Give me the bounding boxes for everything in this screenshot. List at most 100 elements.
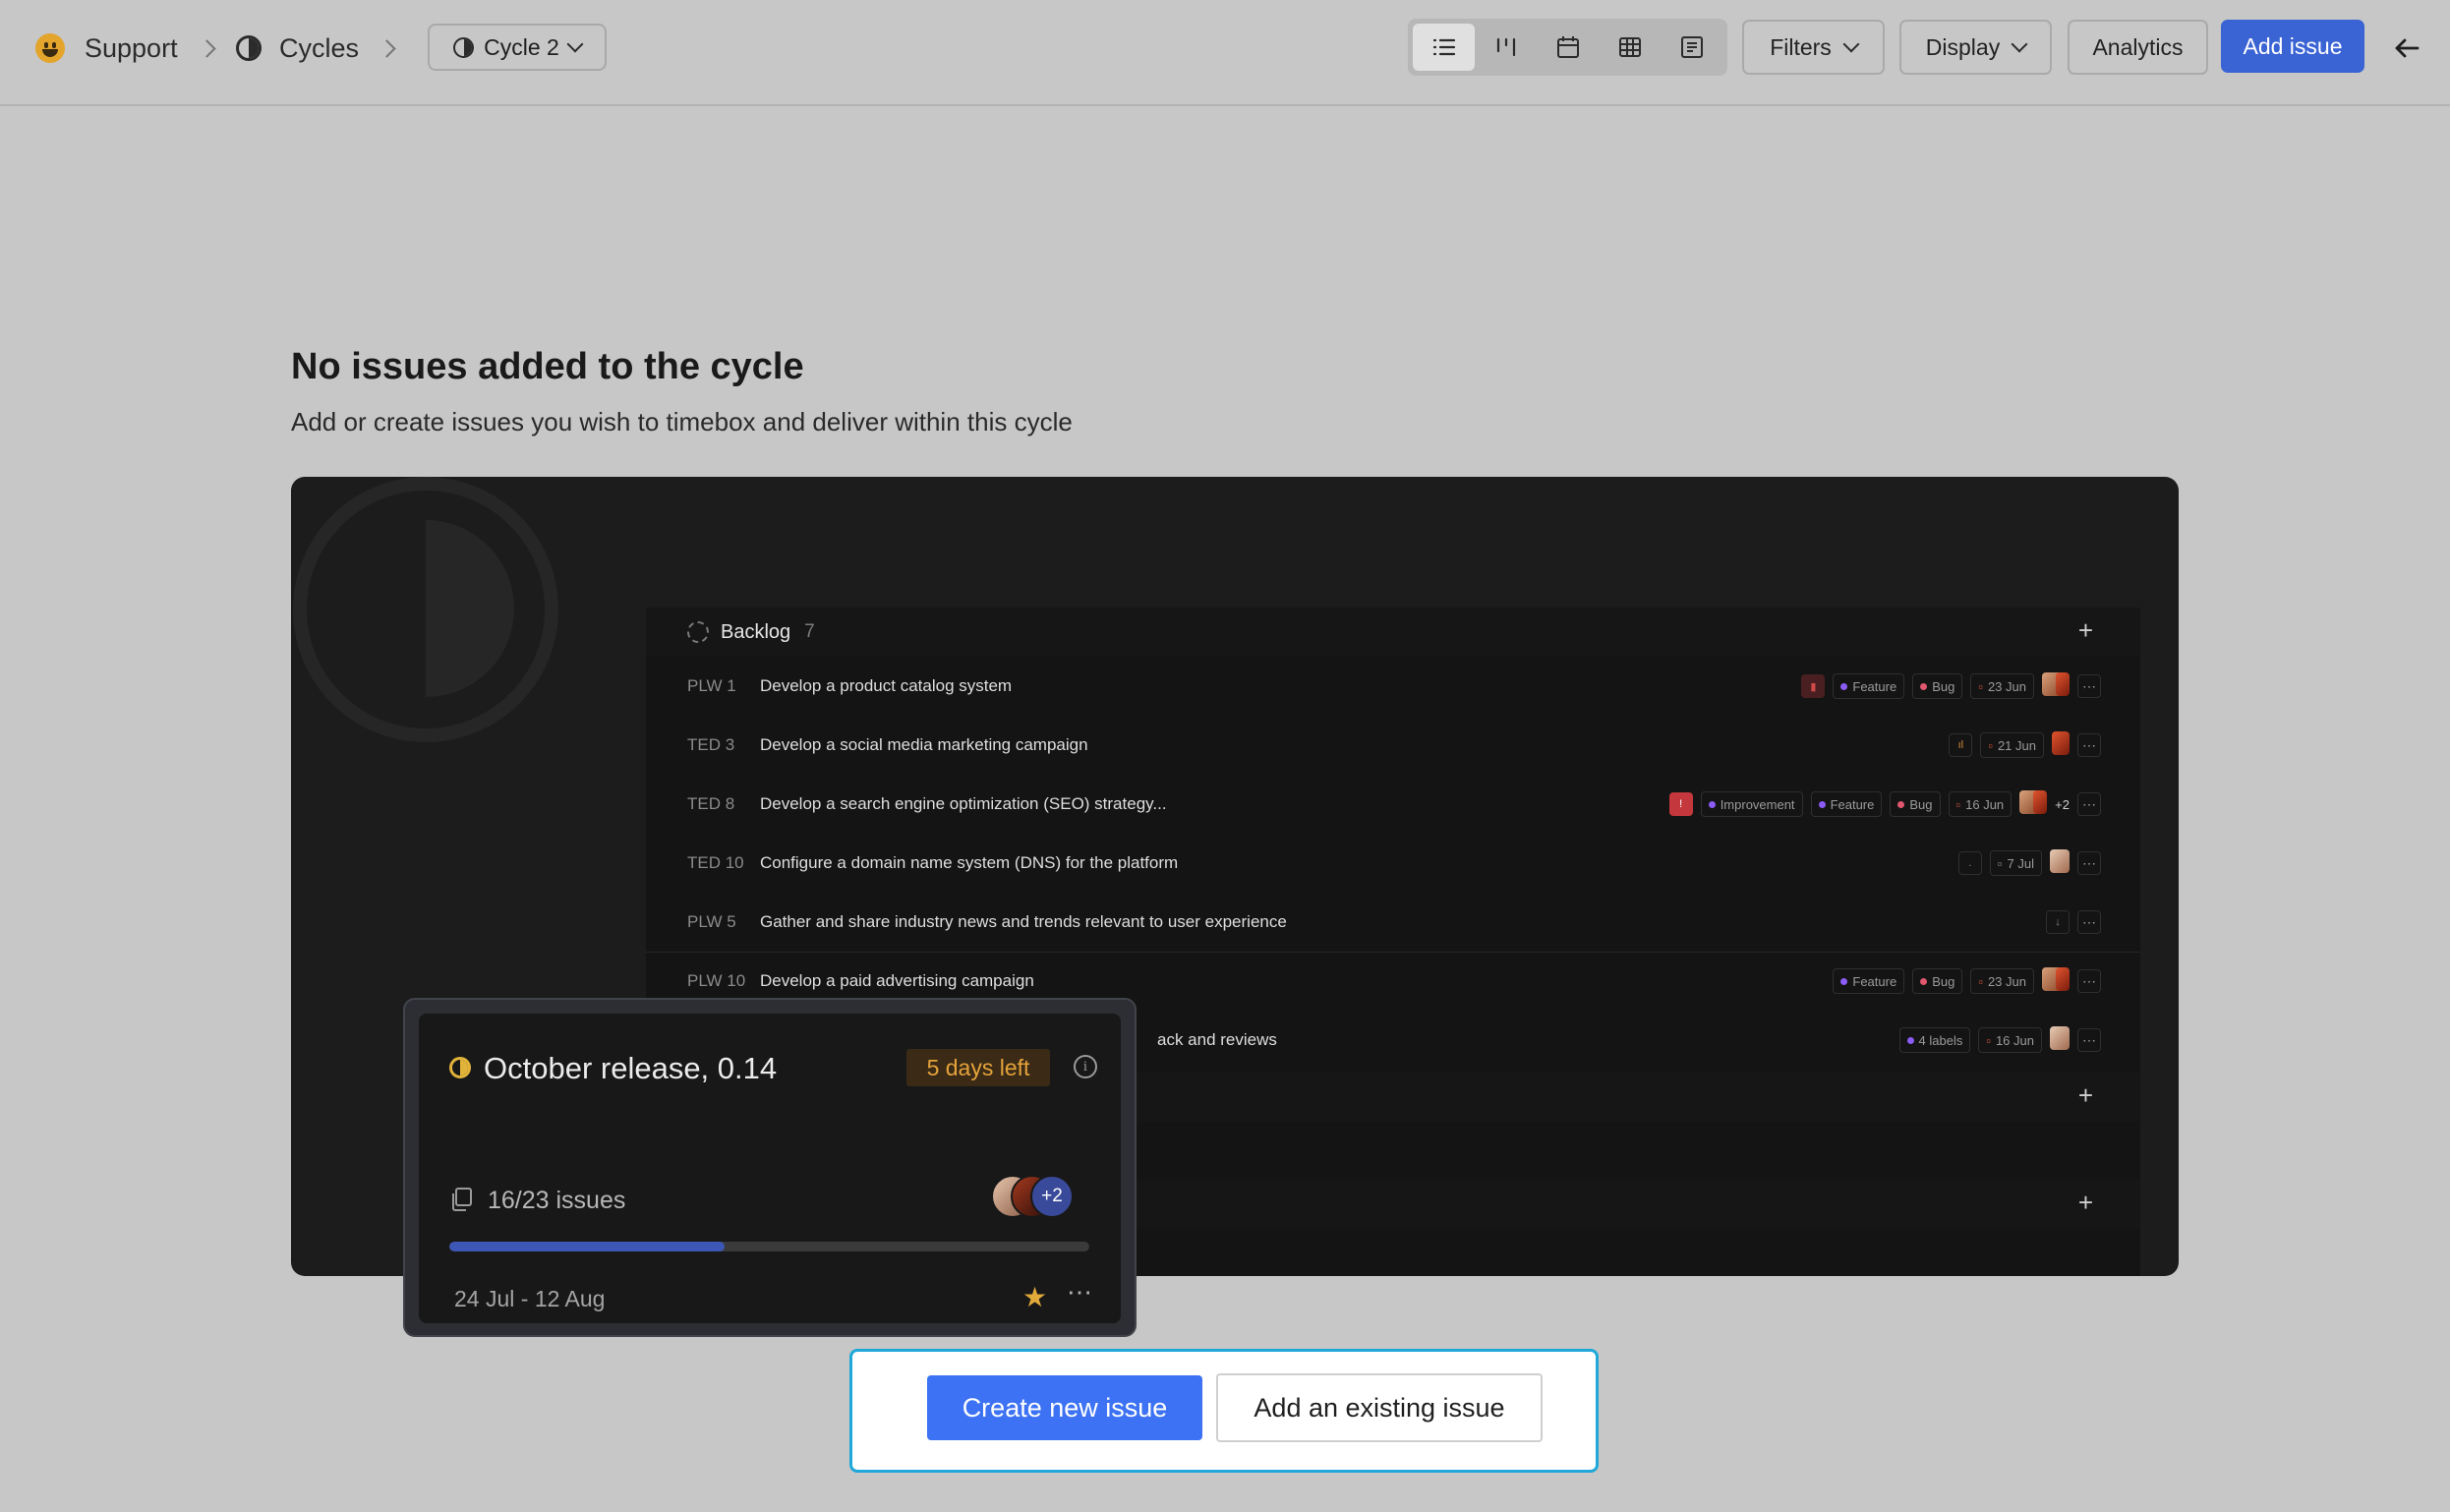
issue-title: Gather and share industry news and trend… — [760, 912, 1287, 931]
issue-title: Develop a product catalog system — [760, 676, 1013, 695]
more-icon: ⋯ — [2077, 1028, 2101, 1052]
plus-icon: + — [2077, 615, 2093, 645]
issue-id: PLW 5 — [687, 912, 736, 931]
cycle-selector-label: Cycle 2 — [484, 33, 559, 60]
issue-properties: 4 labels ▫ 16 Jun ⋯ — [1898, 1025, 2101, 1055]
chevron-down-icon — [2011, 35, 2028, 53]
empty-state-title: No issues added to the cycle — [291, 346, 804, 387]
chevron-right-icon — [198, 38, 216, 58]
due-date: ▫ 7 Jul — [1989, 850, 2042, 876]
label-chip: Feature — [1833, 968, 1905, 994]
display-label: Display — [1925, 33, 2001, 60]
breadcrumb-separator — [378, 0, 396, 96]
list-view-button[interactable] — [1413, 24, 1475, 71]
issue-id: TED 8 — [687, 794, 735, 813]
kanban-view-button[interactable] — [1475, 24, 1537, 71]
avatar-group — [2019, 789, 2048, 819]
priority-icon: ▮ — [1801, 674, 1826, 698]
filters-button[interactable]: Filters — [1742, 20, 1885, 75]
due-date: ▫ 16 Jun — [1948, 791, 2012, 817]
gantt-icon — [1680, 36, 1703, 58]
priority-icon: . — [1957, 851, 1982, 875]
header: Support Cycles Cycle 2 Filters Display A… — [0, 0, 2450, 106]
issue-count: 16/23 issues — [488, 1187, 626, 1214]
progress-bar — [449, 1242, 1089, 1251]
cycle-icon — [453, 36, 475, 58]
create-new-issue-button[interactable]: Create new issue — [927, 1375, 1202, 1440]
plus-icon: + — [2077, 1188, 2093, 1217]
label-chip: Bug — [1912, 673, 1963, 699]
list-item: PLW 1 Develop a product catalog system ▮… — [646, 657, 2140, 716]
issue-id: TED 3 — [687, 735, 735, 754]
add-issue-button[interactable]: Add issue — [2221, 20, 2364, 73]
more-icon: ⋯ — [2077, 969, 2101, 993]
priority-icon: ↓ — [2046, 910, 2070, 934]
due-date: ▫ 23 Jun — [1970, 673, 2034, 699]
group-count: 7 — [804, 621, 815, 642]
list-icon — [1432, 38, 1455, 56]
avatar — [2050, 1025, 2070, 1055]
spreadsheet-view-button[interactable] — [1599, 24, 1661, 71]
gantt-view-button[interactable] — [1661, 24, 1722, 71]
calendar-view-button[interactable] — [1537, 24, 1599, 71]
avatar — [2042, 671, 2070, 701]
group-label: Backlog — [721, 620, 791, 643]
more-icon: ⋯ — [2077, 851, 2101, 875]
issue-id: PLW 10 — [687, 971, 746, 990]
cycle-progress-icon — [449, 1057, 471, 1078]
group-header: Backlog 7 + — [646, 608, 2140, 657]
progress-fill — [449, 1242, 725, 1251]
cycle-selector[interactable]: Cycle 2 — [428, 24, 607, 71]
label-chip: Bug — [1890, 791, 1941, 817]
issues-stack-icon — [452, 1188, 472, 1211]
due-date: ▫ 16 Jun — [1978, 1027, 2042, 1053]
issue-title: Develop a search engine optimization (SE… — [760, 794, 1167, 813]
empty-state-description: Add or create issues you wish to timebox… — [291, 407, 1073, 436]
extra-members: +2 — [1030, 1175, 1074, 1218]
list-item: TED 10 Configure a domain name system (D… — [646, 834, 2140, 893]
chevron-down-icon — [566, 35, 584, 53]
list-item: PLW 5 Gather and share industry news and… — [646, 893, 2140, 952]
calendar-icon — [1556, 36, 1579, 58]
issue-title: Configure a domain name system (DNS) for… — [760, 853, 1179, 872]
section-name: Cycles — [279, 32, 360, 63]
label-chip: Feature — [1833, 673, 1905, 699]
days-left-badge: 5 days left — [906, 1049, 1050, 1086]
issue-properties: ↓ ⋯ — [2046, 910, 2101, 934]
more-icon: ⋯ — [2077, 910, 2101, 934]
label-chip: Improvement — [1700, 791, 1803, 817]
issue-properties: ! Improvement Feature Bug ▫ 16 Jun +2 ⋯ — [1668, 789, 2101, 819]
spreadsheet-icon — [1618, 37, 1641, 57]
layout-switcher — [1408, 19, 1727, 76]
breadcrumb-project[interactable]: Support — [35, 0, 178, 96]
analytics-button[interactable]: Analytics — [2068, 20, 2208, 75]
arrow-left-icon[interactable] — [2391, 32, 2422, 64]
add-existing-issue-button[interactable]: Add an existing issue — [1216, 1373, 1543, 1442]
cycle-card-illustration: October release, 0.14 5 days left i 16/2… — [403, 998, 1137, 1337]
issue-id: PLW 1 — [687, 676, 736, 695]
filters-label: Filters — [1770, 33, 1832, 60]
issue-title: ack and reviews — [1157, 1030, 1277, 1049]
more-icon: ⋯ — [2077, 733, 2101, 757]
issue-properties: ▮ Feature Bug ▫ 23 Jun ⋯ — [1801, 671, 2101, 701]
avatar-group: +2 — [991, 1175, 1074, 1218]
cycle-dates: 24 Jul - 12 Aug — [454, 1286, 606, 1311]
breadcrumb-cycles[interactable]: Cycles — [236, 0, 359, 96]
plus-icon: + — [2077, 1080, 2093, 1110]
avatar — [2052, 730, 2070, 760]
cycle-title: October release, 0.14 — [484, 1051, 778, 1085]
issue-title: Develop a paid advertising campaign — [760, 971, 1034, 990]
avatar — [2042, 966, 2070, 996]
cycle-icon — [236, 35, 262, 61]
chevron-down-icon — [1842, 35, 1860, 53]
issue-properties: ıl ▫ 21 Jun ⋯ — [1949, 730, 2101, 760]
avatar — [2050, 848, 2070, 878]
display-button[interactable]: Display — [1899, 20, 2052, 75]
smile-emoji-icon — [35, 33, 65, 63]
issue-properties: Feature Bug ▫ 23 Jun ⋯ — [1833, 966, 2101, 996]
label-chip: Feature — [1810, 791, 1883, 817]
due-date: ▫ 23 Jun — [1970, 968, 2034, 994]
more-icon: ⋯ — [2077, 674, 2101, 698]
analytics-label: Analytics — [2092, 33, 2184, 60]
list-item: TED 8 Develop a search engine optimizati… — [646, 775, 2140, 834]
